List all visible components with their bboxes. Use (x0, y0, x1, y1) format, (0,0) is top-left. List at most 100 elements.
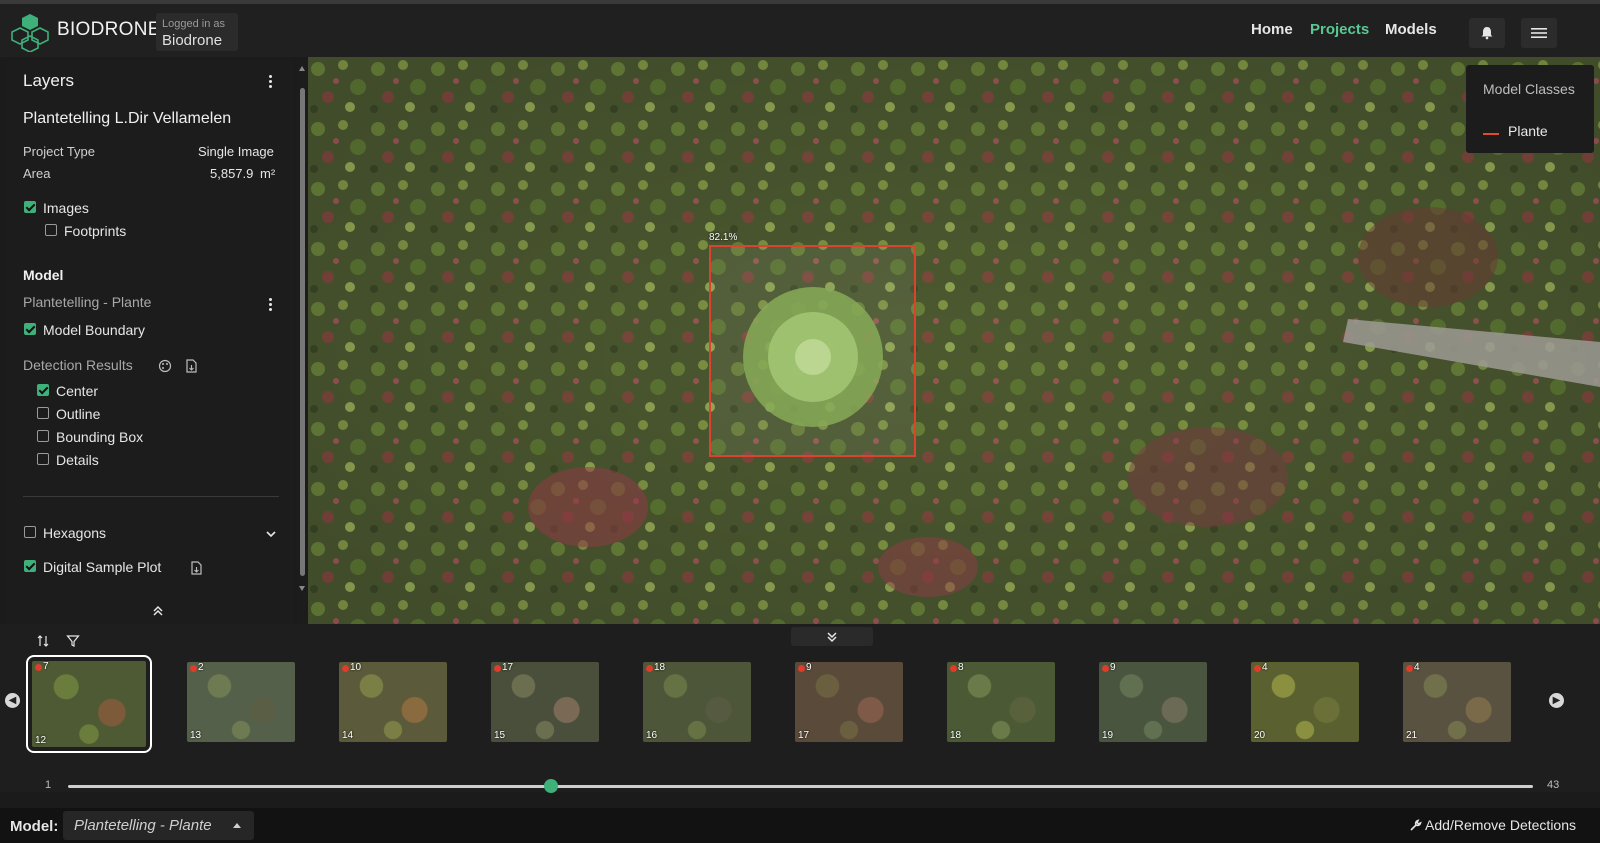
detection-indicator-dot (646, 665, 653, 672)
palette-icon[interactable] (158, 359, 172, 373)
thumbnail[interactable]: 8 18 (947, 662, 1055, 742)
thumbnail[interactable]: 18 16 (643, 662, 751, 742)
panel-divider (23, 496, 279, 497)
footprints-checkbox[interactable] (45, 224, 57, 236)
thumbnail-image-number: 18 (950, 730, 962, 741)
add-remove-detections-button[interactable]: Add/Remove Detections (1410, 817, 1576, 833)
images-label: Images (43, 200, 89, 216)
nav-models[interactable]: Models (1385, 21, 1437, 38)
collapse-filmstrip-button[interactable] (791, 627, 873, 646)
thumbnail[interactable]: 9 19 (1099, 662, 1207, 742)
menu-icon (1531, 28, 1547, 38)
detection-indicator-dot (190, 665, 197, 672)
thumbnail-image-number: 19 (1102, 730, 1114, 741)
area-unit: m² (260, 166, 276, 181)
thumbnail-detection-count: 9 (1110, 662, 1116, 673)
thumbnail-image-number: 13 (190, 730, 202, 741)
export-file-icon[interactable] (184, 359, 198, 373)
top-bar: BIODRONE Logged in as Biodrone Home Proj… (0, 0, 1600, 57)
model-boundary-checkbox[interactable] (24, 323, 36, 335)
details-checkbox[interactable] (37, 453, 49, 465)
scroll-down-icon[interactable] (299, 586, 305, 591)
model-classes-title: Model Classes (1483, 81, 1575, 97)
bell-icon (1481, 27, 1493, 40)
slider-max-label: 43 (1547, 779, 1560, 791)
image-filmstrip: ◀ ▶ 7 12 2 13 10 14 17 15 18 16 9 17 8 18 9 19 4 20 4 21 (0, 624, 1600, 792)
thumbnail[interactable]: 2 13 (187, 662, 295, 742)
center-label: Center (56, 383, 99, 399)
detection-confidence-label: 82.1% (709, 232, 738, 243)
model-heading: Model (23, 267, 64, 283)
thumbnail-detection-count: 7 (43, 661, 49, 672)
thumbnail-image-number: 12 (35, 735, 47, 746)
outline-label: Outline (56, 406, 101, 422)
model-boundary-label: Model Boundary (43, 322, 145, 338)
bounding-box-label: Bounding Box (56, 429, 144, 445)
thumbnail-image-number: 21 (1406, 730, 1418, 741)
main-menu-button[interactable] (1521, 18, 1557, 48)
model-name: Plantetelling - Plante (23, 294, 152, 310)
project-name: Plantetelling L.Dir Vellamelen (23, 110, 232, 127)
thumbnail-detection-count: 2 (198, 662, 204, 673)
aerial-image (308, 57, 1600, 637)
nav-projects[interactable]: Projects (1310, 21, 1369, 38)
model-classes-legend: Model Classes Plante (1466, 65, 1594, 153)
thumbnail-detection-count: 4 (1414, 662, 1420, 673)
collapse-panel-icon[interactable] (151, 604, 165, 618)
model-select[interactable]: Plantetelling - Plante (63, 811, 254, 840)
detection-indicator-dot (798, 665, 805, 672)
layers-title: Layers (23, 71, 75, 90)
center-checkbox[interactable] (37, 384, 49, 396)
footprints-label: Footprints (64, 223, 127, 239)
scroll-thumb[interactable] (300, 88, 305, 576)
notifications-button[interactable] (1469, 18, 1505, 48)
digital-sample-plot-checkbox[interactable] (24, 560, 36, 572)
detection-bounding-box[interactable] (709, 245, 916, 457)
thumbnail-image-number: 17 (798, 730, 810, 741)
thumbnail[interactable]: 7 12 (26, 655, 152, 753)
details-label: Details (56, 452, 99, 468)
thumbnail-image-number: 15 (494, 730, 506, 741)
thumbnail[interactable]: 9 17 (795, 662, 903, 742)
thumbnail-image-number: 20 (1254, 730, 1266, 741)
bounding-box-checkbox[interactable] (37, 430, 49, 442)
images-checkbox[interactable] (24, 201, 36, 213)
area-label: Area (23, 166, 51, 181)
detection-indicator-dot (1406, 665, 1413, 672)
wrench-icon (1410, 819, 1422, 831)
project-type-label: Project Type (23, 144, 96, 159)
layers-panel: Layers Plantetelling L.Dir Vellamelen Pr… (6, 60, 294, 637)
map-view[interactable]: 82.1% Model Classes Plante (308, 57, 1600, 637)
biodrone-logo-icon[interactable] (10, 12, 50, 52)
image-slider-track[interactable] (68, 785, 1533, 788)
logged-in-label: Logged in as (162, 18, 225, 30)
hexagons-checkbox[interactable] (24, 526, 36, 538)
class-color-swatch (1483, 133, 1499, 135)
thumbnail[interactable]: 4 21 (1403, 662, 1511, 742)
project-type-value: Single Image (198, 144, 274, 159)
next-images-icon[interactable]: ▶ (1549, 693, 1564, 708)
detection-indicator-dot (1254, 665, 1261, 672)
layers-more-icon[interactable] (262, 72, 278, 90)
thumbnail[interactable]: 4 20 (1251, 662, 1359, 742)
sort-icon[interactable] (36, 634, 50, 648)
scroll-up-icon[interactable] (299, 66, 305, 71)
nav-home[interactable]: Home (1251, 21, 1293, 38)
previous-images-icon[interactable]: ◀ (5, 693, 20, 708)
area-value: 5,857.9 (210, 166, 254, 181)
model-more-icon[interactable] (262, 295, 278, 313)
export-file-icon[interactable] (189, 561, 203, 575)
add-remove-detections-label: Add/Remove Detections (1425, 817, 1576, 833)
layers-scrollbar[interactable] (297, 60, 308, 637)
chevron-down-icon[interactable] (264, 527, 278, 541)
logged-in-box: Logged in as Biodrone (156, 13, 238, 51)
hexagons-label: Hexagons (43, 525, 107, 541)
outline-checkbox[interactable] (37, 407, 49, 419)
brand-name: BIODRONE (57, 19, 161, 40)
detection-results-label: Detection Results (23, 357, 133, 373)
thumbnail[interactable]: 17 15 (491, 662, 599, 742)
filter-icon[interactable] (66, 634, 80, 648)
thumbnail-detection-count: 4 (1262, 662, 1268, 673)
double-chevron-down-icon (827, 632, 837, 643)
thumbnail[interactable]: 10 14 (339, 662, 447, 742)
